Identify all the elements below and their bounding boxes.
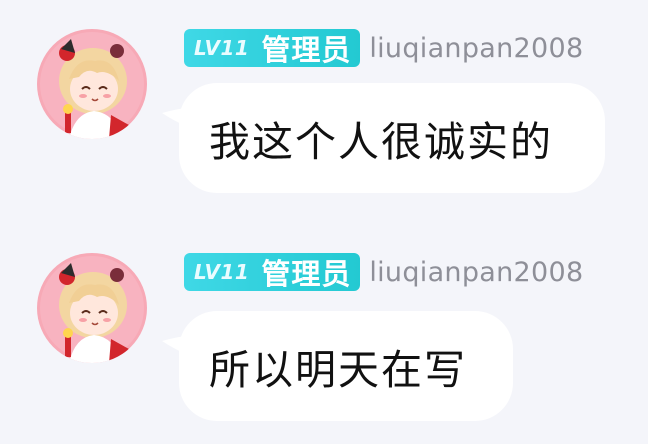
- username[interactable]: liuqianpan2008: [369, 257, 583, 288]
- anime-girl-avatar-icon: [37, 253, 147, 363]
- role-badge: LV11 管理员: [184, 29, 361, 67]
- bubble-tail-icon: [162, 335, 192, 357]
- role-badge: LV11 管理员: [184, 253, 361, 291]
- username[interactable]: liuqianpan2008: [369, 33, 583, 64]
- role-label: 管理员: [261, 257, 352, 291]
- role-label: 管理员: [261, 33, 352, 67]
- anime-girl-avatar-icon: [37, 29, 147, 139]
- message-text: 我这个人很诚实的: [209, 118, 553, 166]
- message-text: 所以明天在写: [209, 346, 467, 394]
- avatar[interactable]: [37, 29, 147, 139]
- message-bubble[interactable]: 我这个人很诚实的: [162, 83, 605, 193]
- level-label: LV11: [194, 36, 250, 60]
- level-label: LV11: [194, 260, 250, 284]
- message-header: LV11 管理员 liuqianpan2008: [184, 29, 583, 67]
- message-bubble[interactable]: 所以明天在写: [162, 311, 513, 421]
- avatar[interactable]: [37, 253, 147, 363]
- bubble-tail-icon: [162, 107, 192, 129]
- message-header: LV11 管理员 liuqianpan2008: [184, 253, 583, 291]
